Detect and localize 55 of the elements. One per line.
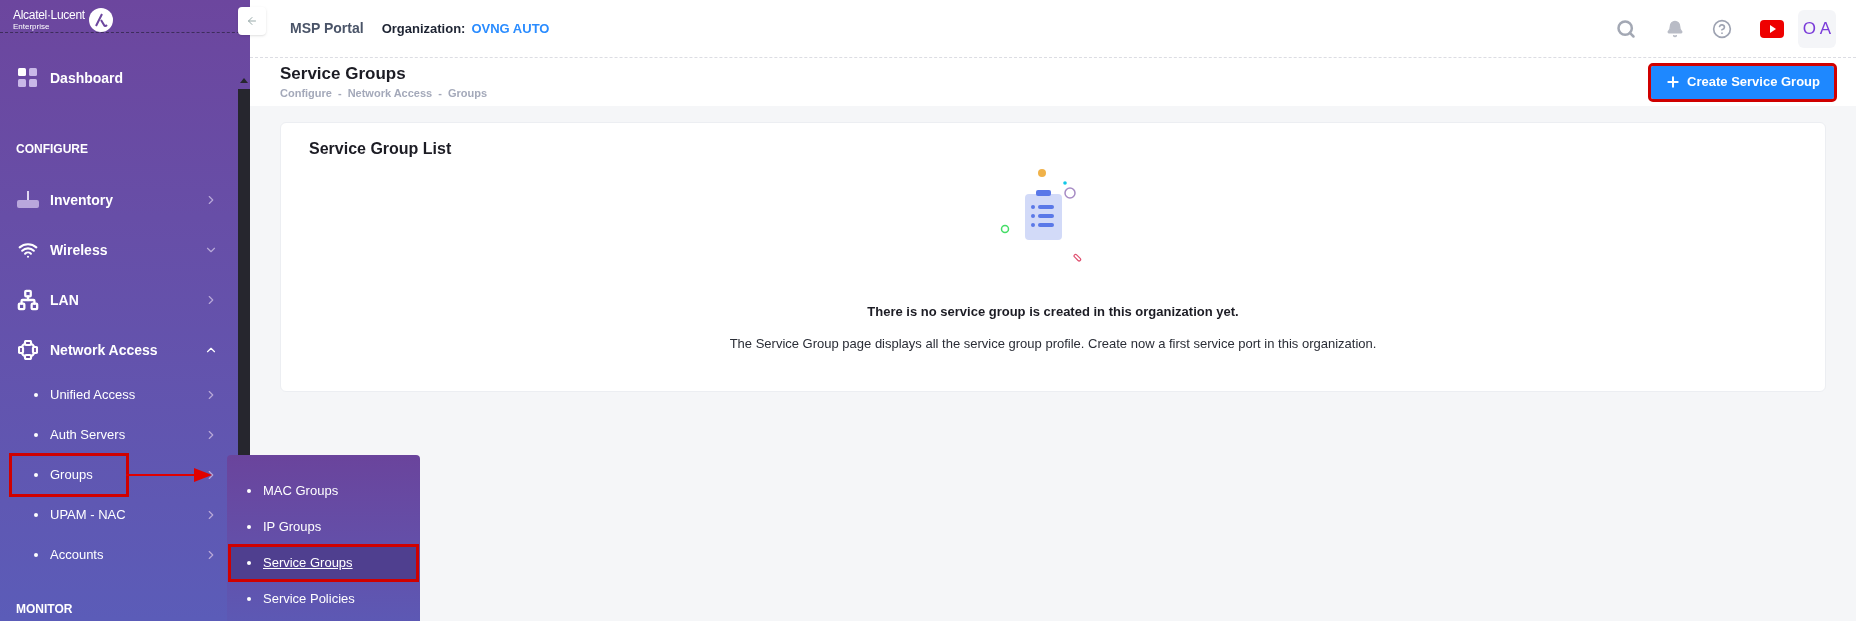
submenu-item[interactable]: MAC Groups — [231, 475, 416, 507]
submenu-item[interactable]: IP Groups — [231, 511, 416, 543]
nav-label: Inventory — [50, 190, 114, 210]
nav-subitem[interactable]: Groups — [12, 456, 126, 494]
nav-item[interactable]: Dashboard — [0, 47, 238, 109]
organization-label: Organization: — [381, 19, 466, 38]
section-heading: MONITOR — [16, 601, 73, 618]
search-icon[interactable] — [1616, 18, 1636, 39]
bullet-icon — [247, 597, 251, 601]
bell-icon[interactable] — [1666, 19, 1684, 38]
help-icon[interactable] — [1712, 18, 1732, 39]
bullet-icon — [247, 489, 251, 493]
collapse-button[interactable] — [238, 6, 266, 35]
arrow-left-icon — [246, 14, 258, 27]
bullet-icon — [34, 433, 38, 437]
bullet-icon — [247, 561, 251, 565]
empty-state-title: There is no service group is created in this organization yet. — [866, 303, 1240, 321]
video-play-icon[interactable] — [1760, 19, 1784, 38]
bullet-icon — [34, 553, 38, 557]
bullet-icon — [34, 393, 38, 397]
nav-subitem[interactable]: Unified Access — [12, 376, 156, 414]
breadcrumb-separator: - — [337, 85, 342, 101]
dashboard-icon — [18, 68, 38, 88]
empty-state-message: The Service Group page displays all the service group profile. Create now a first service port in this organization. — [728, 334, 1378, 353]
submenu-item[interactable]: Service Groups — [231, 547, 416, 579]
brand-logo-icon — [88, 8, 113, 32]
wifi-icon — [18, 240, 38, 260]
network-icon — [17, 289, 39, 311]
nav-subitem[interactable]: Accounts — [12, 536, 126, 574]
network-nodes-icon — [18, 340, 38, 360]
nav-subitem[interactable]: UPAM - NAC — [12, 496, 146, 534]
card-title: Service Group List — [308, 139, 453, 159]
nav-label: Wireless — [50, 240, 109, 260]
nav-item[interactable]: Inventory — [0, 175, 238, 225]
nav-item[interactable]: Network Access — [0, 325, 238, 375]
nav-item[interactable]: LAN — [0, 275, 238, 325]
page-title: Service Groups — [280, 62, 407, 85]
section-heading: CONFIGURE — [16, 141, 88, 158]
nav-item[interactable]: Wireless — [0, 225, 238, 275]
nav-label: Network Access — [50, 340, 159, 360]
bullet-icon — [247, 525, 251, 529]
bullet-icon — [34, 513, 38, 517]
organization-name: OVNG AUTO — [471, 19, 550, 38]
portal-title: MSP Portal — [290, 19, 364, 38]
brand-name: Alcatel·Lucent — [13, 8, 85, 22]
router-icon — [17, 191, 39, 209]
nav-subitem[interactable]: Auth Servers — [12, 416, 146, 454]
bullet-icon — [34, 473, 38, 477]
create-button[interactable]: Create Service Group — [1651, 65, 1834, 99]
user-avatar[interactable]: O A — [1798, 9, 1836, 48]
breadcrumb-separator: - — [438, 85, 442, 101]
submenu-item[interactable]: Service Policies — [231, 583, 416, 615]
nav-label: LAN — [50, 290, 80, 310]
brand-subtitle: Enterprise — [13, 22, 51, 32]
nav-label: Dashboard — [50, 68, 125, 88]
